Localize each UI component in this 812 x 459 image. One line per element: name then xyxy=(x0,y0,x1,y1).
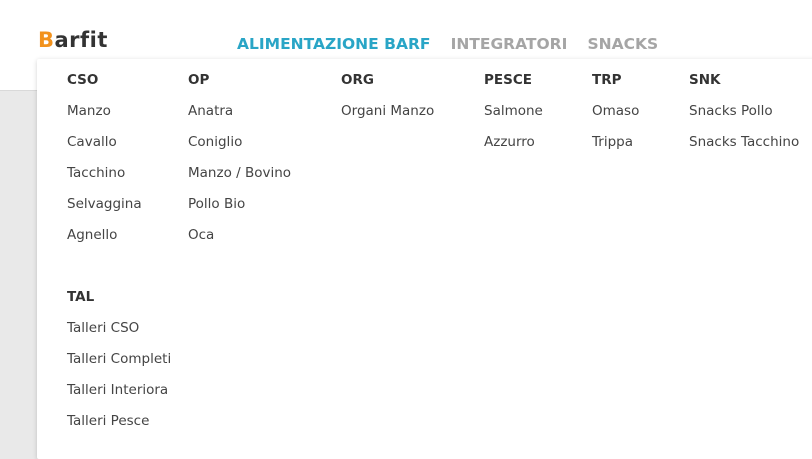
menu-link-tacchino[interactable]: Tacchino xyxy=(67,158,142,189)
logo-initial: B xyxy=(38,28,55,52)
menu-column-tal: TAL Talleri CSO Talleri Completi Talleri… xyxy=(67,282,171,437)
menu-link-cavallo[interactable]: Cavallo xyxy=(67,127,142,158)
menu-column-op: OP Anatra Coniglio Manzo / Bovino Pollo … xyxy=(188,65,291,251)
menu-link-organi-manzo[interactable]: Organi Manzo xyxy=(341,96,434,127)
menu-link-anatra[interactable]: Anatra xyxy=(188,96,291,127)
menu-column-title: ORG xyxy=(341,72,374,88)
menu-link-coniglio[interactable]: Coniglio xyxy=(188,127,291,158)
menu-column-title: PESCE xyxy=(484,72,532,88)
menu-link-snacks-tacchino[interactable]: Snacks Tacchino xyxy=(689,127,799,158)
menu-column-pesce: PESCE Salmone Azzurro xyxy=(484,65,543,158)
menu-column-title: SNK xyxy=(689,72,721,88)
logo-text: arfit xyxy=(54,28,108,52)
menu-link-talleri-completi[interactable]: Talleri Completi xyxy=(67,344,171,375)
menu-column-trp: TRP Omaso Trippa xyxy=(592,65,639,158)
menu-column-title: OP xyxy=(188,72,210,88)
menu-link-trippa[interactable]: Trippa xyxy=(592,127,639,158)
menu-link-manzo[interactable]: Manzo xyxy=(67,96,142,127)
menu-link-omaso[interactable]: Omaso xyxy=(592,96,639,127)
brand-logo[interactable]: Barfit xyxy=(38,28,108,52)
menu-column-title: TAL xyxy=(67,289,95,305)
menu-link-agnello[interactable]: Agnello xyxy=(67,220,142,251)
menu-column-snk: SNK Snacks Pollo Snacks Tacchino xyxy=(689,65,799,158)
nav-item-integratori[interactable]: INTEGRATORI xyxy=(451,35,568,53)
menu-link-manzo-bovino[interactable]: Manzo / Bovino xyxy=(188,158,291,189)
menu-link-salmone[interactable]: Salmone xyxy=(484,96,543,127)
menu-column-cso: CSO Manzo Cavallo Tacchino Selvaggina Ag… xyxy=(67,65,142,251)
menu-link-talleri-interiora[interactable]: Talleri Interiora xyxy=(67,375,171,406)
menu-link-selvaggina[interactable]: Selvaggina xyxy=(67,189,142,220)
mega-menu-dropdown: CSO Manzo Cavallo Tacchino Selvaggina Ag… xyxy=(37,59,812,459)
menu-link-azzurro[interactable]: Azzurro xyxy=(484,127,543,158)
menu-link-snacks-pollo[interactable]: Snacks Pollo xyxy=(689,96,799,127)
menu-link-oca[interactable]: Oca xyxy=(188,220,291,251)
menu-column-org: ORG Organi Manzo xyxy=(341,65,434,127)
menu-column-title: TRP xyxy=(592,72,622,88)
menu-link-pollo-bio[interactable]: Pollo Bio xyxy=(188,189,291,220)
menu-column-title: CSO xyxy=(67,72,99,88)
menu-link-talleri-cso[interactable]: Talleri CSO xyxy=(67,313,171,344)
menu-link-talleri-pesce[interactable]: Talleri Pesce xyxy=(67,406,171,437)
nav-item-snacks[interactable]: SNACKS xyxy=(587,35,658,53)
main-nav: ALIMENTAZIONE BARF INTEGRATORI SNACKS xyxy=(237,34,673,53)
nav-item-alimentazione-barf[interactable]: ALIMENTAZIONE BARF xyxy=(237,35,430,53)
